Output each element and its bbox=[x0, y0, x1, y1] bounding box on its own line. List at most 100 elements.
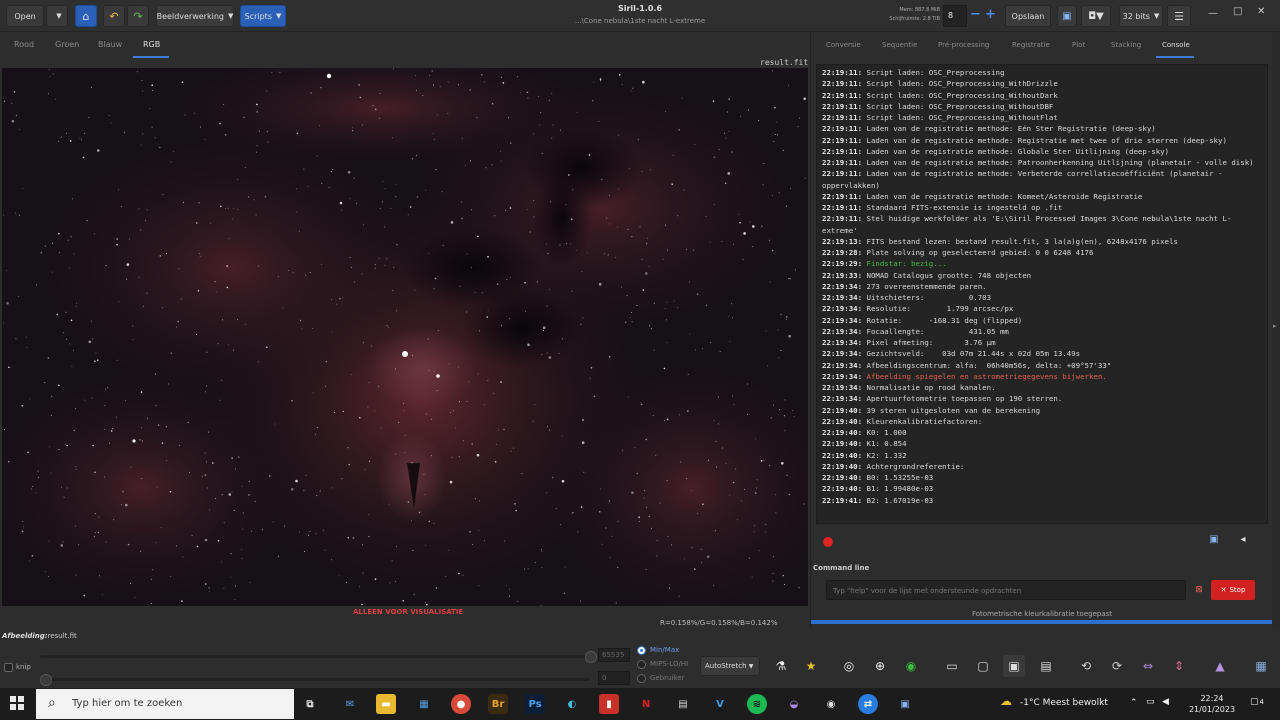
undo-button[interactable]: ↶ bbox=[103, 5, 125, 27]
store-icon[interactable]: ▦ bbox=[414, 694, 434, 714]
globe-icon[interactable]: ⊕ bbox=[869, 655, 891, 677]
mips-radio[interactable] bbox=[637, 660, 646, 669]
tab-conversion[interactable]: Conversie bbox=[826, 41, 861, 49]
main-menu-button[interactable]: ☰ bbox=[1167, 5, 1191, 27]
clear-input-icon[interactable]: ⊠ bbox=[1191, 581, 1207, 599]
weather-icon[interactable]: ☁ bbox=[1000, 694, 1012, 708]
photoshop-icon[interactable]: Ps bbox=[525, 694, 545, 714]
rotate-right-icon[interactable]: ⟳ bbox=[1106, 655, 1128, 677]
tray-overflow-icon[interactable]: ⌃ bbox=[1130, 698, 1138, 708]
false-color-icon[interactable]: ▤ bbox=[1035, 655, 1057, 677]
edge-icon[interactable]: ◐ bbox=[562, 694, 582, 714]
save-button[interactable]: Opslaan bbox=[1005, 5, 1051, 27]
aperture-icon[interactable]: ◎ bbox=[838, 655, 860, 677]
bridge-icon[interactable]: Br bbox=[488, 694, 508, 714]
vpn-icon[interactable]: V bbox=[710, 694, 730, 714]
bit-depth-dropdown[interactable]: 32 bits ▼ bbox=[1119, 5, 1163, 27]
redo-button[interactable]: ↷ bbox=[127, 5, 149, 27]
mirror-x-icon[interactable]: ⇔ bbox=[1137, 655, 1159, 677]
star bbox=[608, 500, 611, 502]
low-value-field[interactable]: 0 bbox=[598, 671, 630, 685]
chart-app-icon[interactable]: ▮ bbox=[599, 694, 619, 714]
tab-registration[interactable]: Registratie bbox=[1012, 41, 1050, 49]
windows-start-button[interactable] bbox=[10, 696, 24, 710]
high-value-field[interactable]: 65535 bbox=[598, 648, 630, 662]
save-as-button[interactable]: ▣ bbox=[1057, 5, 1077, 27]
stretch-mode-dropdown[interactable]: AutoStretch ▼ bbox=[700, 656, 760, 676]
star bbox=[151, 126, 153, 128]
tab-blue[interactable]: Blauw bbox=[98, 40, 122, 49]
record-icon[interactable] bbox=[823, 537, 833, 547]
weather-text[interactable]: -1°C Meest bewolkt bbox=[1020, 698, 1108, 708]
minimize-button[interactable]: — bbox=[1208, 8, 1218, 19]
star bbox=[150, 602, 152, 604]
teamviewer-icon[interactable]: ⇄ bbox=[858, 694, 878, 714]
snapshot-button[interactable]: ◘ ▼ bbox=[1081, 5, 1111, 27]
notification-icon[interactable]: ▢4 bbox=[1250, 697, 1264, 707]
high-slider[interactable] bbox=[40, 655, 590, 658]
tab-rgb[interactable]: RGB bbox=[143, 40, 160, 49]
clip-checkbox[interactable] bbox=[4, 663, 13, 672]
open-recent-dropdown[interactable]: ▼ bbox=[46, 5, 68, 27]
console-timestamp: 22:19:11: bbox=[822, 124, 863, 134]
target-icon[interactable]: ◉ bbox=[900, 655, 922, 677]
star-icon[interactable]: ★ bbox=[800, 655, 822, 677]
mirror-y-icon[interactable]: ⇕ bbox=[1168, 655, 1190, 677]
tab-preprocessing[interactable]: Pré-processing bbox=[938, 41, 989, 49]
open-button[interactable]: Open bbox=[6, 5, 44, 27]
star bbox=[179, 444, 181, 446]
console-log[interactable]: 22:19:11: Script laden: OSC_Preprocessin… bbox=[816, 64, 1268, 524]
tab-stacking[interactable]: Stacking bbox=[1111, 41, 1141, 49]
file-explorer-icon[interactable]: ▬ bbox=[376, 694, 396, 714]
image-processing-menu[interactable]: Beeldverwerking ▼ bbox=[156, 5, 234, 27]
stellarium-icon[interactable]: ◒ bbox=[784, 694, 804, 714]
image-canvas[interactable] bbox=[2, 68, 808, 606]
star bbox=[393, 68, 394, 70]
save-log-icon[interactable]: ▣ bbox=[1206, 531, 1222, 547]
star bbox=[206, 385, 207, 387]
low-slider-handle[interactable] bbox=[40, 674, 52, 686]
netflix-icon[interactable]: N bbox=[636, 694, 656, 714]
star bbox=[609, 557, 611, 558]
volume-icon[interactable]: ◀ bbox=[1162, 697, 1169, 707]
increase-threads-button[interactable]: + bbox=[985, 7, 996, 23]
user-radio[interactable] bbox=[637, 674, 646, 683]
scripts-menu[interactable]: Scripts ▼ bbox=[240, 5, 286, 27]
stop-button[interactable]: ✕ Stop bbox=[1211, 580, 1255, 600]
network-icon[interactable]: ▭ bbox=[1146, 697, 1155, 707]
taskbar-clock[interactable]: 22:24 21/01/2023 bbox=[1188, 693, 1236, 715]
command-input[interactable]: Typ "help" voor de lijst met ondersteund… bbox=[826, 580, 1186, 600]
chrome-icon[interactable]: ● bbox=[451, 694, 471, 714]
histogram-icon[interactable]: ▲ bbox=[1209, 655, 1231, 677]
tab-console[interactable]: Console bbox=[1162, 41, 1190, 49]
tab-plot[interactable]: Plot bbox=[1072, 41, 1085, 49]
high-slider-handle[interactable] bbox=[585, 651, 597, 663]
star bbox=[242, 512, 244, 514]
rotate-left-icon[interactable]: ⟲ bbox=[1075, 655, 1097, 677]
tab-green[interactable]: Groen bbox=[55, 40, 79, 49]
home-button[interactable]: ⌂ bbox=[75, 5, 97, 27]
close-button[interactable]: ✕ bbox=[1257, 6, 1265, 17]
statistics-icon[interactable]: ▦ bbox=[1250, 655, 1272, 677]
negative-view-icon[interactable]: ▣ bbox=[1003, 655, 1025, 677]
color-picker-icon[interactable]: ⚗ bbox=[770, 655, 792, 677]
spotify-icon[interactable]: ≋ bbox=[747, 694, 767, 714]
tab-red[interactable]: Rood bbox=[14, 40, 34, 49]
siril-icon[interactable]: ◉ bbox=[821, 694, 841, 714]
taskbar-search[interactable]: ⌕ Typ hier om te zoeken bbox=[36, 689, 294, 719]
minmax-radio[interactable] bbox=[637, 646, 646, 655]
decrease-threads-button[interactable]: − bbox=[970, 7, 981, 23]
threads-spinner[interactable]: 8 bbox=[943, 5, 967, 27]
low-slider[interactable] bbox=[40, 678, 590, 681]
maximize-button[interactable]: □ bbox=[1233, 6, 1242, 17]
calculator-icon[interactable]: ▤ bbox=[673, 694, 693, 714]
broom-icon[interactable]: ◂ bbox=[1235, 531, 1251, 547]
panel-collapse-handle[interactable]: ▸ bbox=[1272, 32, 1280, 628]
mail-icon[interactable]: ✉ bbox=[340, 694, 360, 714]
display-mode-icon[interactable]: ▭ bbox=[941, 655, 963, 677]
task-view-icon[interactable]: ⧉ bbox=[300, 694, 320, 714]
star bbox=[626, 295, 628, 297]
scale-mode-icon[interactable]: ▢ bbox=[972, 655, 994, 677]
tab-sequence[interactable]: Sequentie bbox=[882, 41, 917, 49]
remote-desktop-icon[interactable]: ▣ bbox=[895, 694, 915, 714]
